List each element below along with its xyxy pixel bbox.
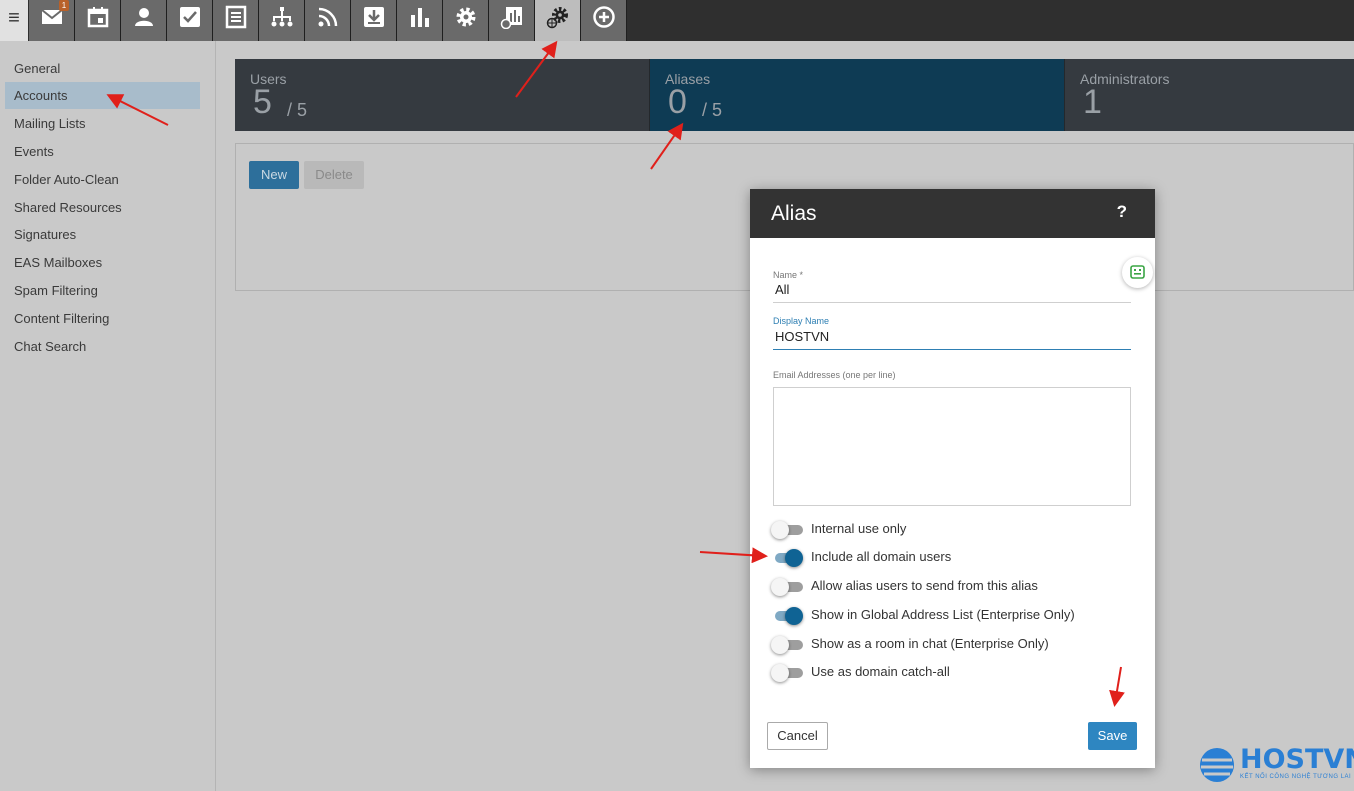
notes-button[interactable] bbox=[213, 0, 259, 41]
help-icon[interactable]: ? bbox=[1117, 202, 1127, 222]
email-addresses-label: Email Addresses (one per line) bbox=[773, 370, 896, 380]
contact-card-button[interactable] bbox=[1122, 257, 1153, 288]
tasks-icon bbox=[180, 7, 200, 27]
sidebar-item-eas-mailboxes[interactable]: EAS Mailboxes bbox=[5, 249, 200, 276]
dialog-header: Alias ? bbox=[750, 189, 1155, 238]
internal-use-label: Internal use only bbox=[811, 521, 907, 536]
sitemap-icon bbox=[271, 7, 293, 27]
rss-button[interactable] bbox=[305, 0, 351, 41]
include-domain-users-toggle[interactable] bbox=[771, 549, 803, 567]
aliases-stat-card[interactable]: Aliases 0 / 5 bbox=[650, 59, 1065, 131]
hostvn-logo-icon bbox=[1200, 748, 1234, 782]
notes-icon bbox=[225, 5, 247, 29]
chat-room-label: Show as a room in chat (Enterprise Only) bbox=[811, 636, 1049, 651]
sidebar-item-events[interactable]: Events bbox=[5, 138, 200, 165]
tasks-button[interactable] bbox=[167, 0, 213, 41]
domain-settings-icon bbox=[546, 7, 568, 29]
domain-report-icon bbox=[500, 7, 522, 29]
add-button[interactable] bbox=[581, 0, 627, 41]
add-icon bbox=[593, 6, 615, 28]
calendar-button[interactable] bbox=[75, 0, 121, 41]
domain-settings-button[interactable] bbox=[535, 0, 581, 41]
catch-all-label: Use as domain catch-all bbox=[811, 664, 950, 679]
sidebar-item-spam-filtering[interactable]: Spam Filtering bbox=[5, 277, 200, 304]
delete-button[interactable]: Delete bbox=[304, 161, 364, 189]
hostvn-logo: HOSTVN KẾT NỐI CÔNG NGHỆ TƯƠNG LAI bbox=[1198, 744, 1354, 788]
settings-button[interactable] bbox=[443, 0, 489, 41]
toolbar-spacer bbox=[627, 0, 1354, 41]
display-name-field[interactable]: HOSTVN bbox=[775, 329, 829, 344]
users-stat-limit: / 5 bbox=[287, 100, 308, 120]
display-name-field-underline bbox=[773, 349, 1131, 350]
global-address-list-label: Show in Global Address List (Enterprise … bbox=[811, 607, 1075, 622]
dialog-title: Alias bbox=[771, 202, 817, 225]
hamburger-menu-icon[interactable]: ≡ bbox=[0, 0, 28, 41]
reports-button[interactable] bbox=[397, 0, 443, 41]
aliases-stat-value: 0 bbox=[668, 83, 687, 121]
contacts-button[interactable] bbox=[121, 0, 167, 41]
toggle-row-global-address-list: Show in Global Address List (Enterprise … bbox=[771, 606, 1131, 626]
administrators-stat-card[interactable]: Administrators 1 bbox=[1065, 59, 1354, 131]
administrators-stat-value: 1 bbox=[1083, 83, 1102, 121]
domain-report-button[interactable] bbox=[489, 0, 535, 41]
chat-room-toggle[interactable] bbox=[771, 636, 803, 654]
toggle-row-catch-all: Use as domain catch-all bbox=[771, 663, 1131, 683]
toggle-row-allow-send: Allow alias users to send from this alia… bbox=[771, 577, 1131, 597]
users-stat-card[interactable]: Users 5 / 5 bbox=[235, 59, 650, 131]
toggle-row-internal-use: Internal use only bbox=[771, 520, 1131, 540]
calendar-icon bbox=[87, 7, 109, 28]
display-name-field-label: Display Name bbox=[773, 316, 830, 326]
hostvn-logo-text: HOSTVN bbox=[1240, 744, 1354, 775]
sidebar-item-chat-search[interactable]: Chat Search bbox=[5, 333, 200, 360]
sidebar-item-mailing-lists[interactable]: Mailing Lists bbox=[5, 110, 200, 137]
name-field-underline bbox=[773, 302, 1131, 303]
new-button[interactable]: New bbox=[249, 161, 299, 189]
sidebar-item-content-filtering[interactable]: Content Filtering bbox=[5, 305, 200, 332]
save-button[interactable]: Save bbox=[1088, 722, 1137, 750]
sidebar-item-accounts[interactable]: Accounts bbox=[5, 82, 200, 109]
sidebar-item-general[interactable]: General bbox=[5, 55, 200, 82]
sidebar-item-folder-auto-clean[interactable]: Folder Auto-Clean bbox=[5, 166, 200, 193]
name-field-label: Name * bbox=[773, 270, 804, 280]
stats-bar: Users 5 / 5 Aliases 0 / 5 Administrators… bbox=[235, 59, 1354, 131]
toggle-row-include-domain-users: Include all domain users bbox=[771, 548, 1131, 568]
name-field[interactable]: All bbox=[775, 282, 789, 297]
catch-all-toggle[interactable] bbox=[771, 664, 803, 682]
mail-button[interactable]: 1 bbox=[29, 0, 75, 41]
global-address-list-toggle[interactable] bbox=[771, 607, 803, 625]
internal-use-toggle[interactable] bbox=[771, 521, 803, 539]
contacts-icon bbox=[135, 8, 153, 26]
settings-icon bbox=[456, 7, 476, 27]
sitemap-button[interactable] bbox=[259, 0, 305, 41]
users-stat-value: 5 bbox=[253, 83, 272, 121]
include-domain-users-label: Include all domain users bbox=[811, 549, 952, 564]
email-addresses-textarea[interactable] bbox=[773, 387, 1131, 506]
allow-send-label: Allow alias users to send from this alia… bbox=[811, 578, 1038, 593]
download-button[interactable] bbox=[351, 0, 397, 41]
reports-icon bbox=[411, 8, 429, 27]
hostvn-logo-tagline: KẾT NỐI CÔNG NGHỆ TƯƠNG LAI bbox=[1240, 774, 1352, 780]
sidebar: General Accounts Mailing Lists Events Fo… bbox=[0, 41, 216, 791]
cancel-button[interactable]: Cancel bbox=[767, 722, 828, 750]
download-icon bbox=[364, 7, 384, 27]
top-toolbar: ≡ 1 bbox=[0, 0, 1354, 41]
toggle-row-chat-room: Show as a room in chat (Enterprise Only) bbox=[771, 635, 1131, 655]
sidebar-item-signatures[interactable]: Signatures bbox=[5, 221, 200, 248]
mail-badge: 1 bbox=[59, 0, 69, 11]
aliases-stat-limit: / 5 bbox=[702, 100, 723, 120]
rss-icon bbox=[318, 7, 338, 27]
allow-send-toggle[interactable] bbox=[771, 578, 803, 596]
contact-card-icon bbox=[1130, 265, 1145, 279]
sidebar-item-shared-resources[interactable]: Shared Resources bbox=[5, 194, 200, 221]
alias-dialog: Alias ? Name * All Display Name HOSTVN E… bbox=[750, 189, 1155, 768]
